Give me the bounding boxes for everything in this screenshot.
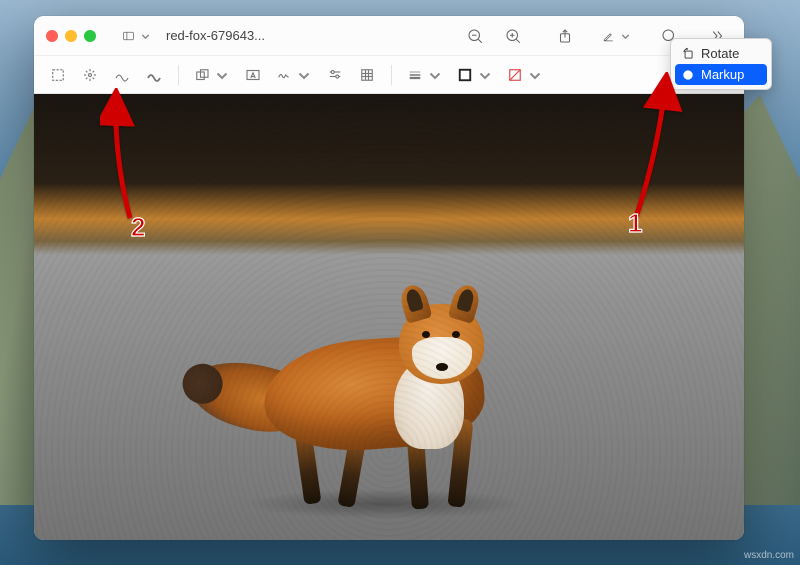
shapes-tool[interactable] — [189, 62, 235, 88]
zoom-out-button[interactable] — [460, 23, 490, 49]
line-style-tool[interactable] — [402, 62, 448, 88]
annotation-number-1: 1 — [628, 208, 642, 239]
draw-tool[interactable] — [140, 62, 168, 88]
share-button[interactable] — [550, 23, 580, 49]
toolbar-divider — [391, 65, 392, 85]
rotate-icon — [681, 47, 695, 61]
border-color-tool[interactable] — [452, 62, 498, 88]
traffic-lights — [46, 30, 96, 42]
minimize-button[interactable] — [65, 30, 77, 42]
markup-toolbar — [34, 56, 744, 94]
text-tool[interactable] — [239, 62, 267, 88]
markup-menu-item[interactable]: Markup — [675, 64, 767, 85]
selection-tool[interactable] — [44, 62, 72, 88]
annotation-number-2: 2 — [131, 212, 145, 243]
close-button[interactable] — [46, 30, 58, 42]
image-canvas[interactable] — [34, 94, 744, 540]
zoom-in-button[interactable] — [498, 23, 528, 49]
filename-label: red-fox-679643... — [166, 28, 265, 43]
markup-icon — [681, 68, 695, 82]
sidebar-toggle-button[interactable] — [122, 23, 152, 49]
adjust-color-tool[interactable] — [321, 62, 349, 88]
fox-subject — [194, 249, 554, 519]
overflow-popover: Rotate Markup — [670, 38, 772, 90]
fill-color-tool[interactable] — [502, 62, 548, 88]
fullscreen-button[interactable] — [84, 30, 96, 42]
sign-tool[interactable] — [271, 62, 317, 88]
rotate-menu-item[interactable]: Rotate — [675, 43, 767, 64]
watermark: wsxdn.com — [744, 550, 794, 561]
titlebar: red-fox-679643... — [34, 16, 744, 56]
preview-window: red-fox-679643... Rotate Markup — [34, 16, 744, 540]
rotate-label: Rotate — [701, 46, 739, 61]
crop-tool[interactable] — [353, 62, 381, 88]
instant-alpha-tool[interactable] — [76, 62, 104, 88]
sketch-tool[interactable] — [108, 62, 136, 88]
markup-label: Markup — [701, 67, 744, 82]
highlight-button[interactable] — [602, 23, 632, 49]
toolbar-divider — [178, 65, 179, 85]
photo-content — [34, 94, 744, 540]
